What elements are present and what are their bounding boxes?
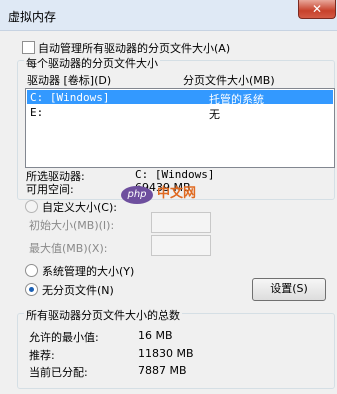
max-size-label: 最大值(MB)(X): [29, 242, 108, 255]
current-allocated-value: 7887 MB [138, 364, 187, 377]
system-managed-radio[interactable] [25, 264, 38, 277]
close-button[interactable]: ✕ [298, 0, 336, 19]
window-title: 虚拟内存 [8, 10, 57, 24]
watermark-text: 中文网 [157, 186, 197, 201]
custom-size-radio[interactable] [25, 200, 38, 213]
system-managed-label[interactable]: 系统管理的大小(Y) [42, 263, 134, 279]
auto-manage-label[interactable]: 自动管理所有驱动器的分页文件大小(A) [38, 40, 230, 56]
drive-row-c-size[interactable]: 托管的系统 [209, 91, 264, 107]
no-paging-file-radio[interactable] [25, 283, 38, 296]
set-button[interactable]: 设置(S) [252, 278, 326, 301]
watermark-logo: php [121, 186, 153, 204]
close-icon: ✕ [311, 2, 323, 16]
drive-row-e-size[interactable]: 无 [209, 106, 220, 122]
recommended-label: 推荐: [29, 349, 55, 362]
drive-listbox[interactable]: C: [Windows] 托管的系统 E: 无 [25, 88, 335, 168]
min-allowed-value: 16 MB [138, 329, 173, 342]
current-allocated-label: 当前已分配: [29, 366, 88, 379]
watermark: php 中文网 [121, 182, 196, 204]
drive-row-e-drive[interactable]: E: [30, 106, 43, 119]
no-paging-file-label[interactable]: 无分页文件(N) [42, 282, 114, 298]
min-allowed-label: 允许的最小值: [29, 331, 99, 344]
initial-size-input[interactable] [151, 212, 211, 233]
auto-manage-checkbox[interactable] [22, 41, 35, 54]
custom-size-label[interactable]: 自定义大小(C): [42, 199, 117, 215]
free-space-label: 可用空间: [26, 183, 74, 196]
recommended-value: 11830 MB [138, 347, 194, 360]
column-header-drive: 驱动器 [卷标](D) [27, 74, 112, 87]
totals-group-title: 所有驱动器分页文件大小的总数 [24, 307, 182, 323]
max-size-input[interactable] [151, 235, 211, 256]
column-header-size: 分页文件大小(MB) [183, 74, 275, 87]
drive-row-c-drive[interactable]: C: [Windows] [30, 91, 109, 104]
per-drive-group-title: 每个驱动器的分页文件大小 [24, 55, 160, 71]
initial-size-label: 初始大小(MB)(I): [29, 219, 115, 232]
selected-drive-value: C: [Windows] [135, 168, 215, 181]
